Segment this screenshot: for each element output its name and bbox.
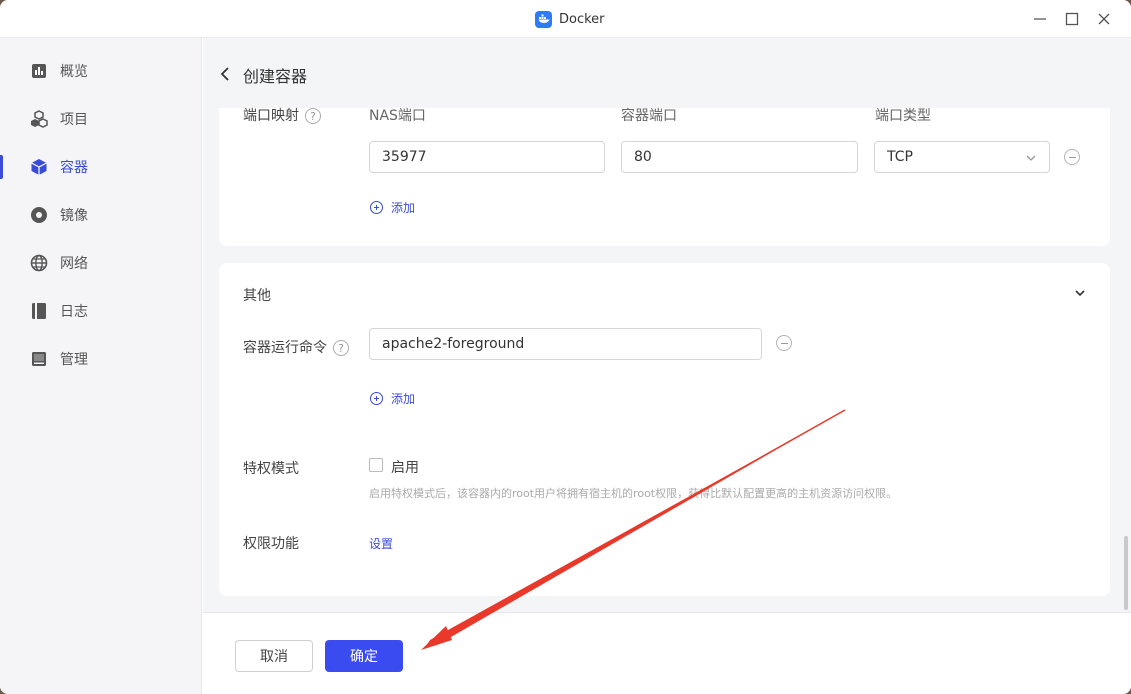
privileged-label: 特权模式 (243, 461, 299, 477)
scrollbar[interactable] (1124, 536, 1128, 610)
port-mapping-label-visible: 端口映射? (243, 105, 321, 125)
privileged-option-label[interactable]: 启用 (391, 457, 419, 477)
privileged-checkbox[interactable] (369, 458, 383, 472)
close-icon (1098, 13, 1110, 25)
sidebar-item-projects[interactable]: 项目 (0, 99, 202, 139)
command-label: 容器运行命令? (243, 337, 349, 357)
close-button[interactable] (1094, 9, 1114, 29)
docker-window: Docker 概览 项目 容器 镜像 网络 日志 管理 35977 80 TCP… (0, 0, 1131, 694)
capabilities-settings-link[interactable]: 设置 (369, 535, 393, 552)
other-section-title: 其他 (243, 288, 271, 304)
chevron-left-icon (220, 67, 229, 81)
cube-icon (30, 158, 48, 176)
help-icon[interactable]: ? (333, 340, 349, 356)
title-bar: Docker (0, 0, 1131, 38)
add-port-label: 添加 (391, 201, 416, 215)
window-title: Docker (559, 11, 605, 27)
privileged-hint: 启用特权模式后，该容器内的root用户将拥有宿主机的root权限，获得比默认配置… (369, 487, 898, 500)
col-nas-port-visible: NAS端口 (369, 108, 426, 124)
add-command-label: 添加 (391, 392, 416, 406)
sidebar-item-label: 项目 (60, 112, 88, 128)
maximize-button[interactable] (1062, 9, 1082, 29)
capabilities-label: 权限功能 (243, 536, 299, 552)
sidebar-item-label: 网络 (60, 256, 88, 272)
sidebar: 概览 项目 容器 镜像 网络 日志 管理 (0, 38, 202, 694)
sidebar-item-label: 容器 (60, 160, 88, 176)
container-port-input[interactable]: 80 (621, 141, 858, 173)
manage-icon (30, 350, 48, 368)
port-type-select[interactable]: TCP (874, 141, 1050, 173)
sidebar-item-label: 镜像 (60, 208, 88, 224)
sidebar-item-label: 概览 (60, 64, 88, 80)
nas-port-input[interactable]: 35977 (369, 141, 605, 173)
sidebar-item-overview[interactable]: 概览 (0, 51, 202, 91)
help-icon[interactable]: ? (305, 108, 321, 124)
sidebar-item-label: 管理 (60, 352, 88, 368)
chart-icon (30, 62, 48, 80)
docker-logo-icon (535, 10, 552, 28)
minimize-button[interactable] (1030, 9, 1050, 29)
remove-command-button[interactable] (776, 335, 792, 351)
footer: 取消 确定 (203, 612, 1131, 694)
remove-port-button[interactable] (1064, 149, 1080, 165)
other-settings-card: 其他 容器运行命令? apache2-foreground 添加 特权模式 启用… (219, 263, 1110, 596)
port-type-value: TCP (887, 149, 913, 165)
col-container-port-visible: 容器端口 (621, 108, 677, 124)
disc-icon (30, 206, 48, 224)
command-input[interactable]: apache2-foreground (369, 328, 762, 360)
chevron-down-icon (1026, 155, 1036, 161)
plus-circle-icon (370, 392, 383, 405)
back-button[interactable] (217, 64, 233, 84)
confirm-button[interactable]: 确定 (325, 640, 403, 672)
sidebar-item-label: 日志 (60, 304, 88, 320)
sidebar-item-logs[interactable]: 日志 (0, 291, 202, 331)
page-title: 创建容器 (243, 67, 308, 86)
add-port-button[interactable]: 添加 (370, 199, 415, 216)
col-port-type-visible: 端口类型 (875, 108, 931, 124)
sidebar-item-images[interactable]: 镜像 (0, 195, 202, 235)
cancel-button[interactable]: 取消 (235, 640, 313, 672)
cubes-icon (30, 110, 48, 128)
minimize-icon (1034, 18, 1046, 20)
page-header: 创建容器 (203, 38, 1131, 108)
sidebar-item-network[interactable]: 网络 (0, 243, 202, 283)
book-icon (30, 302, 48, 320)
app-title: Docker (535, 10, 605, 28)
add-command-button[interactable]: 添加 (370, 390, 415, 407)
chevron-down-icon[interactable] (1073, 286, 1087, 300)
globe-icon (30, 254, 48, 272)
sidebar-item-containers[interactable]: 容器 (0, 147, 202, 187)
plus-circle-icon (370, 201, 383, 214)
sidebar-item-manage[interactable]: 管理 (0, 339, 202, 379)
maximize-icon (1065, 12, 1079, 26)
main-content: 端口映射? NAS端口 容器端口 端口类型 35977 80 TCP 添加 其他… (203, 38, 1131, 694)
